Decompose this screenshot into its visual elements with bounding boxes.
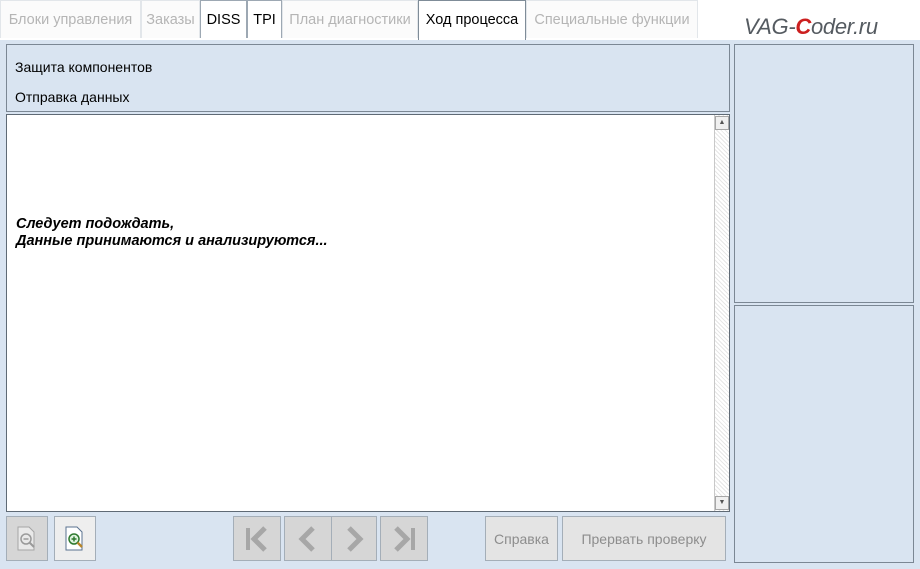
wait-message: Следует подождать, Данные принимаются и … bbox=[16, 216, 328, 250]
tab-tpi[interactable]: TPI bbox=[247, 0, 282, 38]
tab-diagnostic-plan[interactable]: План диагностики bbox=[282, 0, 418, 38]
scroll-up-icon[interactable]: ▲ bbox=[715, 116, 729, 130]
previous-button[interactable] bbox=[284, 516, 332, 561]
main-frame: Защита компонентов Отправка данных Следу… bbox=[0, 40, 920, 569]
tab-bar: Блоки управления Заказы DISS TPI План ди… bbox=[0, 0, 920, 40]
wait-message-line1: Следует подождать, bbox=[16, 216, 175, 232]
abort-check-button-label: Прервать проверку bbox=[581, 530, 707, 547]
abort-check-button[interactable]: Прервать проверку bbox=[562, 516, 726, 561]
last-page-icon bbox=[394, 525, 415, 552]
next-button[interactable] bbox=[331, 516, 377, 561]
last-button[interactable] bbox=[380, 516, 428, 561]
previous-icon bbox=[298, 525, 315, 552]
zoom-in-button[interactable] bbox=[54, 516, 96, 561]
zoom-out-icon bbox=[17, 526, 35, 550]
zoom-in-icon bbox=[65, 526, 83, 550]
header-title: Защита компонентов bbox=[15, 59, 153, 75]
help-button[interactable]: Справка bbox=[485, 516, 558, 561]
tab-diss[interactable]: DISS bbox=[200, 0, 247, 38]
status-header-panel: Защита компонентов Отправка данных bbox=[6, 44, 730, 112]
tab-process-progress[interactable]: Ход процесса bbox=[418, 0, 526, 40]
watermark-logo: VAG-Coder.ru bbox=[744, 14, 878, 39]
side-panel-bottom bbox=[734, 305, 914, 563]
first-page-icon bbox=[246, 525, 267, 552]
tab-control-units[interactable]: Блоки управления bbox=[0, 0, 141, 38]
header-subtitle: Отправка данных bbox=[15, 89, 130, 105]
help-button-label: Справка bbox=[494, 530, 549, 547]
tab-special-functions[interactable]: Специальные функции bbox=[526, 0, 698, 38]
scroll-down-icon[interactable]: ▼ bbox=[715, 496, 729, 510]
next-icon bbox=[347, 525, 364, 552]
content-panel: Следует подождать, Данные принимаются и … bbox=[6, 114, 730, 512]
wait-message-line2: Данные принимаются и анализируются... bbox=[16, 233, 328, 249]
zoom-out-button[interactable] bbox=[6, 516, 48, 561]
tab-orders[interactable]: Заказы bbox=[141, 0, 200, 38]
side-panel-top bbox=[734, 44, 914, 303]
first-button[interactable] bbox=[233, 516, 281, 561]
vertical-scrollbar[interactable]: ▲ ▼ bbox=[714, 115, 729, 511]
